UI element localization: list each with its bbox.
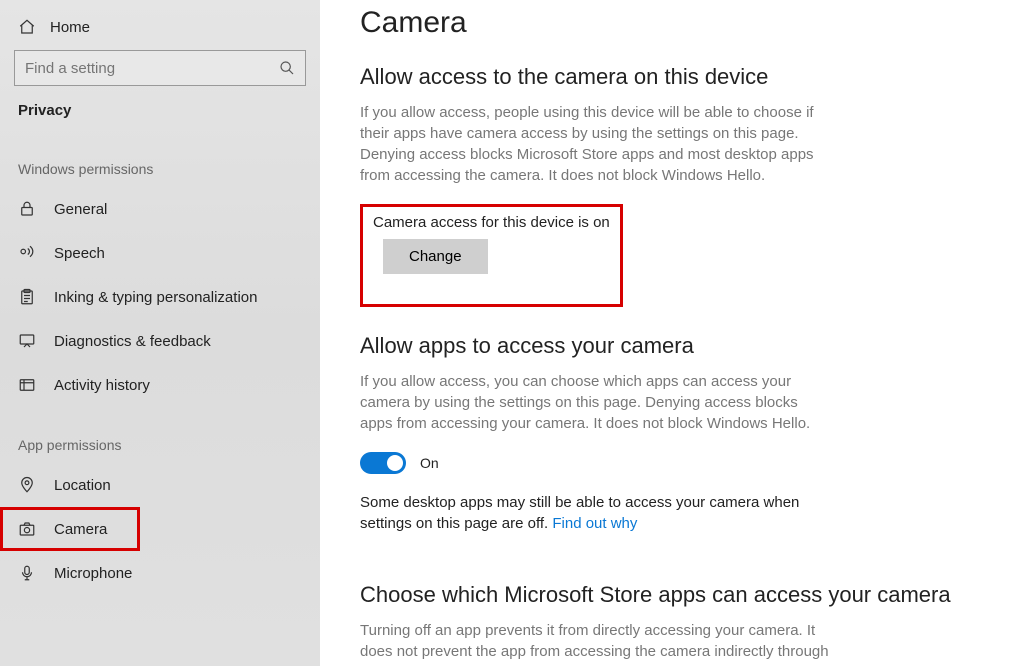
location-icon xyxy=(18,476,36,494)
sidebar-item-label: Location xyxy=(54,477,111,494)
group-app-permissions: App permissions xyxy=(0,407,320,463)
sidebar: Home Privacy Windows permissions General… xyxy=(0,0,320,666)
device-access-status: Camera access for this device is on xyxy=(373,214,610,231)
home-icon xyxy=(18,18,36,36)
desktop-apps-note: Some desktop apps may still be able to a… xyxy=(360,492,830,534)
sidebar-item-diagnostics[interactable]: Diagnostics & feedback xyxy=(0,319,320,363)
sidebar-item-activity[interactable]: Activity history xyxy=(0,363,320,407)
sidebar-item-microphone[interactable]: Microphone xyxy=(0,551,320,595)
clipboard-icon xyxy=(18,288,36,306)
sidebar-item-speech[interactable]: Speech xyxy=(0,231,320,275)
section-allow-device-title: Allow access to the camera on this devic… xyxy=(360,64,984,90)
section-choose-apps-desc: Turning off an app prevents it from dire… xyxy=(360,620,830,666)
sidebar-item-location[interactable]: Location xyxy=(0,463,320,507)
camera-icon xyxy=(18,520,36,538)
sidebar-item-label: Diagnostics & feedback xyxy=(54,333,211,350)
sidebar-item-camera[interactable]: Camera xyxy=(0,507,140,551)
speech-icon xyxy=(18,244,36,262)
sidebar-item-label: Inking & typing personalization xyxy=(54,289,257,306)
home-nav[interactable]: Home xyxy=(0,14,320,50)
sidebar-item-label: Activity history xyxy=(54,377,150,394)
apps-access-toggle[interactable] xyxy=(360,452,406,474)
main-content: Camera Allow access to the camera on thi… xyxy=(320,0,1024,666)
find-out-why-link[interactable]: Find out why xyxy=(552,515,637,532)
microphone-icon xyxy=(18,564,36,582)
group-windows-permissions: Windows permissions xyxy=(0,131,320,187)
section-choose-apps-title: Choose which Microsoft Store apps can ac… xyxy=(360,582,984,608)
feedback-icon xyxy=(18,332,36,350)
sidebar-item-general[interactable]: General xyxy=(0,187,320,231)
sidebar-item-inking[interactable]: Inking & typing personalization xyxy=(0,275,320,319)
home-label: Home xyxy=(50,19,90,36)
sidebar-item-label: General xyxy=(54,201,107,218)
category-label: Privacy xyxy=(0,102,320,131)
sidebar-item-label: Speech xyxy=(54,245,105,262)
page-title: Camera xyxy=(360,6,984,40)
toggle-state-label: On xyxy=(420,455,439,471)
activity-icon xyxy=(18,376,36,394)
search-input-container[interactable] xyxy=(14,50,306,86)
section-allow-apps-title: Allow apps to access your camera xyxy=(360,333,984,359)
change-button[interactable]: Change xyxy=(383,239,488,274)
section-allow-device-desc: If you allow access, people using this d… xyxy=(360,102,830,186)
search-icon xyxy=(279,60,295,76)
apps-access-toggle-row: On xyxy=(360,452,984,474)
device-access-status-highlight: Camera access for this device is on Chan… xyxy=(360,204,623,307)
sidebar-item-label: Microphone xyxy=(54,565,132,582)
sidebar-item-label: Camera xyxy=(54,521,107,538)
lock-icon xyxy=(18,200,36,218)
search-input[interactable] xyxy=(25,60,279,77)
section-allow-apps-desc: If you allow access, you can choose whic… xyxy=(360,371,830,434)
